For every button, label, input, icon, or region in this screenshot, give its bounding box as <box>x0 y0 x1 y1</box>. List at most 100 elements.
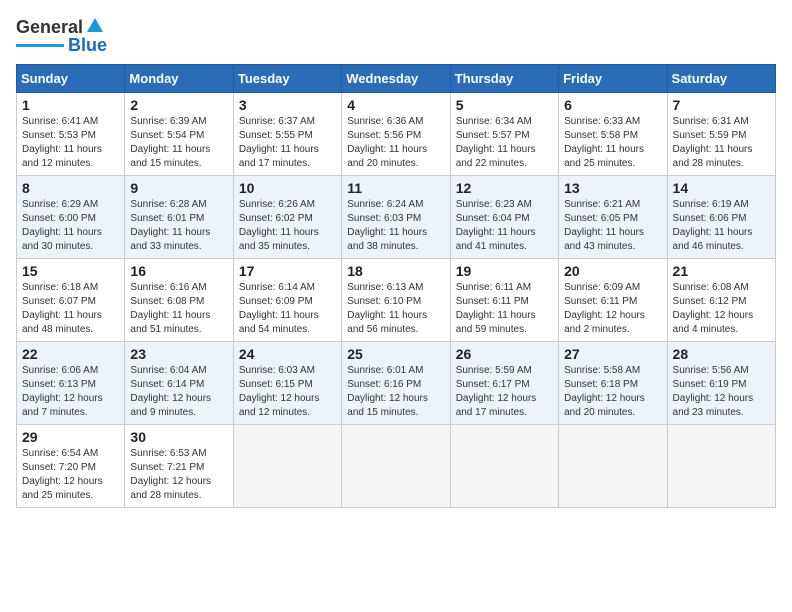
day-number: 24 <box>239 346 336 362</box>
calendar-day-cell: 14 Sunrise: 6:19 AMSunset: 6:06 PMDayligh… <box>667 175 775 258</box>
day-number: 12 <box>456 180 553 196</box>
column-header-wednesday: Wednesday <box>342 64 450 92</box>
calendar-day-cell: 2 Sunrise: 6:39 AMSunset: 5:54 PMDaylight… <box>125 92 233 175</box>
calendar-day-cell: 25 Sunrise: 6:01 AMSunset: 6:16 PMDayligh… <box>342 341 450 424</box>
day-info: Sunrise: 6:26 AMSunset: 6:02 PMDaylight:… <box>239 198 336 254</box>
calendar-day-cell: 23 Sunrise: 6:04 AMSunset: 6:14 PMDayligh… <box>125 341 233 424</box>
day-info: Sunrise: 6:18 AMSunset: 6:07 PMDaylight:… <box>22 281 119 337</box>
calendar-day-cell: 20 Sunrise: 6:09 AMSunset: 6:11 PMDayligh… <box>559 258 667 341</box>
day-info: Sunrise: 6:14 AMSunset: 6:09 PMDaylight:… <box>239 281 336 337</box>
day-info: Sunrise: 6:28 AMSunset: 6:01 PMDaylight:… <box>130 198 227 254</box>
day-number: 14 <box>673 180 770 196</box>
calendar-day-cell: 4 Sunrise: 6:36 AMSunset: 5:56 PMDaylight… <box>342 92 450 175</box>
calendar-day-cell <box>559 424 667 507</box>
calendar-day-cell <box>342 424 450 507</box>
calendar-day-cell: 27 Sunrise: 5:58 AMSunset: 6:18 PMDayligh… <box>559 341 667 424</box>
day-number: 13 <box>564 180 661 196</box>
day-number: 25 <box>347 346 444 362</box>
day-number: 17 <box>239 263 336 279</box>
day-number: 4 <box>347 97 444 113</box>
day-number: 15 <box>22 263 119 279</box>
calendar-day-cell: 22 Sunrise: 6:06 AMSunset: 6:13 PMDayligh… <box>17 341 125 424</box>
column-header-tuesday: Tuesday <box>233 64 341 92</box>
day-number: 6 <box>564 97 661 113</box>
day-info: Sunrise: 6:16 AMSunset: 6:08 PMDaylight:… <box>130 281 227 337</box>
day-number: 8 <box>22 180 119 196</box>
day-info: Sunrise: 6:11 AMSunset: 6:11 PMDaylight:… <box>456 281 553 337</box>
day-info: Sunrise: 6:41 AMSunset: 5:53 PMDaylight:… <box>22 115 119 171</box>
day-number: 22 <box>22 346 119 362</box>
calendar-week-row: 15 Sunrise: 6:18 AMSunset: 6:07 PMDayligh… <box>17 258 776 341</box>
calendar-day-cell <box>233 424 341 507</box>
day-info: Sunrise: 5:58 AMSunset: 6:18 PMDaylight:… <box>564 364 661 420</box>
calendar-day-cell: 15 Sunrise: 6:18 AMSunset: 6:07 PMDayligh… <box>17 258 125 341</box>
calendar-day-cell <box>450 424 558 507</box>
day-number: 23 <box>130 346 227 362</box>
day-number: 28 <box>673 346 770 362</box>
calendar-day-cell: 7 Sunrise: 6:31 AMSunset: 5:59 PMDaylight… <box>667 92 775 175</box>
day-info: Sunrise: 6:04 AMSunset: 6:14 PMDaylight:… <box>130 364 227 420</box>
calendar-header-row: SundayMondayTuesdayWednesdayThursdayFrid… <box>17 64 776 92</box>
day-number: 1 <box>22 97 119 113</box>
day-info: Sunrise: 6:19 AMSunset: 6:06 PMDaylight:… <box>673 198 770 254</box>
day-info: Sunrise: 6:06 AMSunset: 6:13 PMDaylight:… <box>22 364 119 420</box>
calendar-day-cell: 16 Sunrise: 6:16 AMSunset: 6:08 PMDayligh… <box>125 258 233 341</box>
page-header: General Blue <box>16 16 776 56</box>
day-number: 7 <box>673 97 770 113</box>
calendar-day-cell: 13 Sunrise: 6:21 AMSunset: 6:05 PMDayligh… <box>559 175 667 258</box>
day-info: Sunrise: 6:53 AMSunset: 7:21 PMDaylight:… <box>130 447 227 503</box>
day-number: 29 <box>22 429 119 445</box>
calendar-day-cell: 30 Sunrise: 6:53 AMSunset: 7:21 PMDayligh… <box>125 424 233 507</box>
day-info: Sunrise: 6:23 AMSunset: 6:04 PMDaylight:… <box>456 198 553 254</box>
day-info: Sunrise: 6:39 AMSunset: 5:54 PMDaylight:… <box>130 115 227 171</box>
column-header-friday: Friday <box>559 64 667 92</box>
calendar-day-cell: 1 Sunrise: 6:41 AMSunset: 5:53 PMDaylight… <box>17 92 125 175</box>
day-info: Sunrise: 6:08 AMSunset: 6:12 PMDaylight:… <box>673 281 770 337</box>
calendar-table: SundayMondayTuesdayWednesdayThursdayFrid… <box>16 64 776 508</box>
day-number: 21 <box>673 263 770 279</box>
calendar-week-row: 8 Sunrise: 6:29 AMSunset: 6:00 PMDaylight… <box>17 175 776 258</box>
day-info: Sunrise: 6:54 AMSunset: 7:20 PMDaylight:… <box>22 447 119 503</box>
day-number: 10 <box>239 180 336 196</box>
day-info: Sunrise: 6:01 AMSunset: 6:16 PMDaylight:… <box>347 364 444 420</box>
day-info: Sunrise: 6:21 AMSunset: 6:05 PMDaylight:… <box>564 198 661 254</box>
calendar-day-cell: 21 Sunrise: 6:08 AMSunset: 6:12 PMDayligh… <box>667 258 775 341</box>
calendar-day-cell: 26 Sunrise: 5:59 AMSunset: 6:17 PMDayligh… <box>450 341 558 424</box>
logo: General Blue <box>16 16 107 56</box>
day-number: 11 <box>347 180 444 196</box>
column-header-monday: Monday <box>125 64 233 92</box>
day-number: 27 <box>564 346 661 362</box>
day-info: Sunrise: 6:09 AMSunset: 6:11 PMDaylight:… <box>564 281 661 337</box>
calendar-day-cell: 29 Sunrise: 6:54 AMSunset: 7:20 PMDayligh… <box>17 424 125 507</box>
logo-icon <box>85 16 105 36</box>
calendar-day-cell: 17 Sunrise: 6:14 AMSunset: 6:09 PMDayligh… <box>233 258 341 341</box>
logo-blue-text: Blue <box>68 36 107 56</box>
calendar-day-cell <box>667 424 775 507</box>
day-info: Sunrise: 5:59 AMSunset: 6:17 PMDaylight:… <box>456 364 553 420</box>
column-header-sunday: Sunday <box>17 64 125 92</box>
day-info: Sunrise: 6:33 AMSunset: 5:58 PMDaylight:… <box>564 115 661 171</box>
calendar-day-cell: 24Sunrise: 6:03 AMSunset: 6:15 PMDayligh… <box>233 341 341 424</box>
day-number: 20 <box>564 263 661 279</box>
day-info: Sunrise: 6:34 AMSunset: 5:57 PMDaylight:… <box>456 115 553 171</box>
calendar-day-cell: 19 Sunrise: 6:11 AMSunset: 6:11 PMDayligh… <box>450 258 558 341</box>
calendar-day-cell: 5Sunrise: 6:34 AMSunset: 5:57 PMDaylight… <box>450 92 558 175</box>
day-number: 19 <box>456 263 553 279</box>
calendar-day-cell: 18Sunrise: 6:13 AMSunset: 6:10 PMDayligh… <box>342 258 450 341</box>
day-info: Sunrise: 6:31 AMSunset: 5:59 PMDaylight:… <box>673 115 770 171</box>
day-info: Sunrise: 6:29 AMSunset: 6:00 PMDaylight:… <box>22 198 119 254</box>
day-info: Sunrise: 5:56 AMSunset: 6:19 PMDaylight:… <box>673 364 770 420</box>
day-number: 16 <box>130 263 227 279</box>
calendar-day-cell: 12 Sunrise: 6:23 AMSunset: 6:04 PMDayligh… <box>450 175 558 258</box>
calendar-day-cell: 11Sunrise: 6:24 AMSunset: 6:03 PMDayligh… <box>342 175 450 258</box>
day-info: Sunrise: 6:36 AMSunset: 5:56 PMDaylight:… <box>347 115 444 171</box>
calendar-day-cell: 8 Sunrise: 6:29 AMSunset: 6:00 PMDaylight… <box>17 175 125 258</box>
calendar-week-row: 22 Sunrise: 6:06 AMSunset: 6:13 PMDayligh… <box>17 341 776 424</box>
day-number: 9 <box>130 180 227 196</box>
day-number: 30 <box>130 429 227 445</box>
calendar-week-row: 1 Sunrise: 6:41 AMSunset: 5:53 PMDaylight… <box>17 92 776 175</box>
day-number: 26 <box>456 346 553 362</box>
calendar-day-cell: 28 Sunrise: 5:56 AMSunset: 6:19 PMDayligh… <box>667 341 775 424</box>
day-number: 18 <box>347 263 444 279</box>
day-number: 2 <box>130 97 227 113</box>
